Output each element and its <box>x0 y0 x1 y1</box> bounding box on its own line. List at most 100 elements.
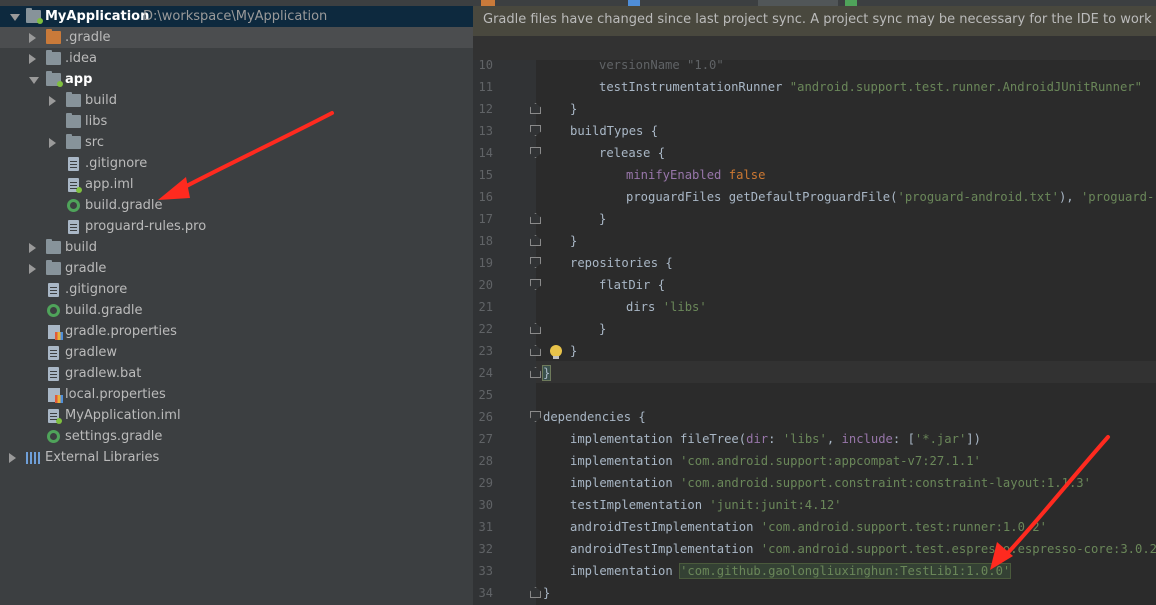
line-number: 25 <box>478 388 493 402</box>
chevron-right-icon[interactable] <box>29 33 36 43</box>
line-number: 33 <box>478 564 493 578</box>
code-line: testImplementation 'junit:junit:4.12' <box>570 494 842 516</box>
code-token: 'com.android.support.test:runner:1.0.2' <box>760 520 1047 534</box>
gradle-icon <box>67 199 80 212</box>
tree-item-label: local.properties <box>65 387 166 402</box>
code-token: flatDir { <box>599 278 666 292</box>
tree-item-app-build[interactable]: build <box>0 90 473 111</box>
tree-item-label: settings.gradle <box>65 429 163 444</box>
tree-item-label: gradle <box>65 261 107 276</box>
code-token: androidTestImplementation <box>570 520 761 534</box>
chevron-right-icon[interactable] <box>9 453 16 463</box>
tree-item-gradle-properties[interactable]: gradle.properties <box>0 321 473 342</box>
code-line: testInstrumentationRunner "android.suppo… <box>599 76 1142 98</box>
tree-item-root[interactable]: MyApplication D:\workspace\MyApplication <box>0 6 473 27</box>
project-path: D:\workspace\MyApplication <box>143 9 328 24</box>
lightbulb-icon[interactable] <box>550 345 562 359</box>
banner-separator <box>473 36 1156 60</box>
code-line: } <box>599 208 606 230</box>
code-line: versionName "1.0" <box>599 54 724 76</box>
tree-item-src[interactable]: src <box>0 132 473 153</box>
code-token: } <box>599 212 607 226</box>
line-number: 24 <box>478 366 493 380</box>
tree-item-label: .gitignore <box>65 282 128 297</box>
tree-item-app-iml[interactable]: app.iml <box>0 174 473 195</box>
code-token: implementation fileTree( <box>570 432 747 446</box>
folder-icon <box>46 29 61 44</box>
tree-item-myapplication-iml[interactable]: MyApplication.iml <box>0 405 473 426</box>
module-file-icon <box>48 409 62 424</box>
line-number: 20 <box>478 278 493 292</box>
folder-icon <box>46 50 61 65</box>
tree-item-app[interactable]: app <box>0 69 473 90</box>
code-token: : [ <box>892 432 915 446</box>
code-token: } <box>570 102 578 116</box>
code-token: } <box>570 344 578 358</box>
code-token: include <box>841 432 893 446</box>
chevron-right-icon[interactable] <box>49 138 56 148</box>
tree-item-gradlew[interactable]: gradlew <box>0 342 473 363</box>
code-token: 'com.android.support:appcompat-v7:27.1.1… <box>680 454 981 468</box>
chevron-right-icon[interactable] <box>29 54 36 64</box>
tree-item-build-gradle[interactable]: build.gradle <box>0 300 473 321</box>
chevron-right-icon[interactable] <box>29 243 36 253</box>
tree-item-label: proguard-rules.pro <box>85 219 207 234</box>
chevron-down-icon[interactable] <box>10 14 20 21</box>
code-line: implementation 'com.github.gaolongliuxin… <box>570 560 1012 582</box>
code-token: versionName "1.0" <box>599 58 724 72</box>
code-token: dirs <box>626 300 663 314</box>
line-number: 21 <box>478 300 493 314</box>
code-token: 'proguard-android.txt' <box>897 190 1059 204</box>
tree-item-external-libraries[interactable]: External Libraries <box>0 447 473 468</box>
code-editor[interactable]: Gradle files have changed since last pro… <box>473 0 1156 605</box>
line-number: 31 <box>478 520 493 534</box>
code-token: buildTypes { <box>570 124 659 138</box>
code-token: } <box>599 322 607 336</box>
folder-icon <box>66 92 81 107</box>
tree-item-label: build.gradle <box>65 303 143 318</box>
tree-item-label: MyApplication.iml <box>65 408 181 423</box>
tree-item-gradlew-bat[interactable]: gradlew.bat <box>0 363 473 384</box>
code-token: implementation <box>570 476 681 490</box>
text-file-icon <box>48 283 59 297</box>
folder-icon <box>46 260 61 275</box>
tree-item-label: MyApplication <box>45 9 150 24</box>
tree-item-label: app.iml <box>85 177 134 192</box>
tree-item-gradle[interactable]: gradle <box>0 258 473 279</box>
tree-item-app-build-gradle[interactable]: build.gradle <box>0 195 473 216</box>
tree-item-local-properties[interactable]: local.properties <box>0 384 473 405</box>
text-file-icon <box>48 346 59 360</box>
tree-item-libs[interactable]: libs <box>0 111 473 132</box>
tree-item-gitignore[interactable]: .gitignore <box>0 279 473 300</box>
line-number: 23 <box>478 344 493 358</box>
chevron-right-icon[interactable] <box>49 96 56 106</box>
tree-item-label: .gradle <box>65 30 111 45</box>
folder-icon <box>66 134 81 149</box>
code-token: '*.jar' <box>914 432 967 446</box>
tree-item-app-gitignore[interactable]: .gitignore <box>0 153 473 174</box>
tree-item-gradle-dir[interactable]: .gradle <box>0 27 473 48</box>
project-tree-panel: MyApplication D:\workspace\MyApplication… <box>0 0 473 605</box>
properties-file-icon <box>48 325 63 340</box>
code-line: repositories { <box>570 252 673 274</box>
tree-item-proguard[interactable]: proguard-rules.pro <box>0 216 473 237</box>
tree-item-build[interactable]: build <box>0 237 473 258</box>
tree-item-idea[interactable]: .idea <box>0 48 473 69</box>
chevron-down-icon[interactable] <box>29 77 39 84</box>
tree-item-label: build <box>85 93 117 108</box>
code-line: } <box>599 318 606 340</box>
code-token: } <box>543 586 551 600</box>
folder-icon <box>66 113 81 128</box>
chevron-right-icon[interactable] <box>29 264 36 274</box>
line-number: 32 <box>478 542 493 556</box>
line-number: 13 <box>478 124 493 138</box>
tree-item-settings-gradle[interactable]: settings.gradle <box>0 426 473 447</box>
code-token: } <box>570 234 578 248</box>
line-number: 16 <box>478 190 493 204</box>
module-folder-icon <box>26 8 43 24</box>
line-number: 22 <box>478 322 493 336</box>
code-token: androidTestImplementation <box>570 542 761 556</box>
code-token: dependencies { <box>543 410 646 424</box>
code-line: } <box>570 230 577 252</box>
code-line: dirs 'libs' <box>626 296 707 318</box>
